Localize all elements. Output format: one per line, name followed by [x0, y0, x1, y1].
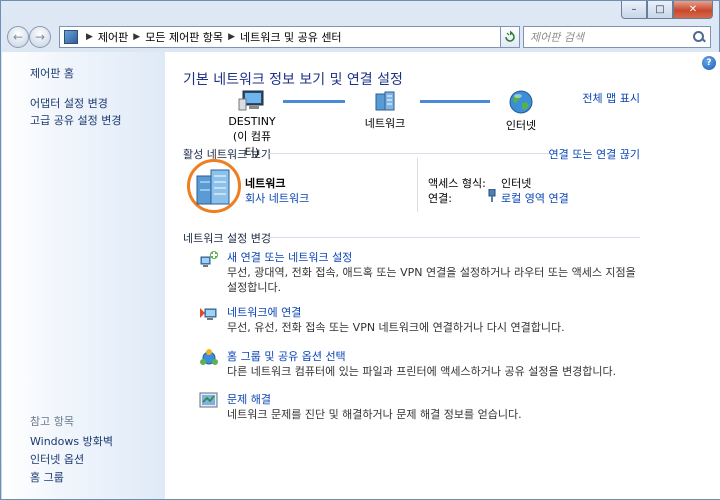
network-icon: [375, 91, 395, 111]
access-type-label: 액세스 형식:: [428, 177, 486, 190]
sidebar-item-home[interactable]: 제어판 홈: [30, 65, 74, 81]
section-divider: [266, 237, 640, 238]
sidebar-item-homegroup[interactable]: 홈 그룹: [30, 469, 64, 485]
troubleshoot-icon: [199, 392, 218, 408]
task-connect-network-desc: 무선, 유선, 전화 접속 또는 VPN 네트워크에 연결하거나 다시 연결합니…: [227, 321, 565, 334]
page-title: 기본 네트워크 정보 보기 및 연결 설정: [183, 72, 403, 88]
sidebar-item-firewall[interactable]: Windows 방화벽: [30, 433, 113, 449]
connect-disconnect-link[interactable]: 연결 또는 연결 끊기: [549, 146, 640, 162]
back-button[interactable]: ←: [7, 26, 29, 48]
map-link-line: [283, 100, 345, 103]
control-panel-window: – □ ✕ ← → ▶ 제어판 ▶ 모든 제어판 항목 ▶ 네트워크 및 공유 …: [0, 0, 720, 500]
control-panel-icon: [64, 30, 78, 44]
caption-buttons: – □ ✕: [621, 1, 713, 19]
task-homegroup-link[interactable]: 홈 그룹 및 공유 옵션 선택: [227, 348, 346, 364]
title-bar: – □ ✕: [1, 1, 719, 23]
map-network[interactable]: 네트워크: [361, 90, 409, 131]
task-setup-connection-desc: 무선, 광대역, 전화 접속, 애드혹 또는 VPN 연결을 설정하거나 라우터…: [227, 266, 636, 294]
map-link-line: [420, 100, 490, 103]
map-internet-label: 인터넷: [505, 119, 537, 132]
sidebar-item-advanced-sharing[interactable]: 고급 공유 설정 변경: [30, 112, 121, 128]
search-icon[interactable]: [693, 31, 705, 43]
address-bar[interactable]: ▶ 제어판 ▶ 모든 제어판 항목 ▶ 네트워크 및 공유 센터 ▼: [59, 26, 519, 48]
search-placeholder: 제어판 검색: [530, 31, 585, 44]
sidebar-see-also-heading: 참고 항목: [30, 415, 74, 428]
active-networks-heading: 활성 네트워크 보기: [183, 148, 271, 161]
connect-network-icon: [200, 308, 217, 320]
map-internet[interactable]: 인터넷: [499, 90, 543, 133]
refresh-button[interactable]: [500, 26, 520, 48]
local-area-connection-link[interactable]: 로컬 영역 연결: [501, 190, 569, 206]
task-setup-connection-link[interactable]: 새 연결 또는 네트워크 설정: [227, 249, 352, 265]
internet-globe-icon: [509, 90, 533, 114]
refresh-icon: [505, 30, 515, 42]
active-network-type-link[interactable]: 회사 네트워크: [245, 190, 309, 206]
help-icon[interactable]: ?: [702, 56, 716, 70]
close-button[interactable]: ✕: [673, 1, 713, 19]
breadcrumb-separator[interactable]: ▶: [133, 32, 140, 42]
breadcrumb-separator[interactable]: ▶: [86, 32, 93, 42]
navigation-bar: ← → ▶ 제어판 ▶ 모든 제어판 항목 ▶ 네트워크 및 공유 센터 ▼ 제…: [1, 23, 719, 51]
full-map-link[interactable]: 전체 맵 표시: [582, 90, 640, 106]
task-connect-network-link[interactable]: 네트워크에 연결: [227, 304, 301, 320]
map-network-label: 네트워크: [364, 117, 406, 130]
computer-icon: [238, 90, 264, 111]
breadcrumb-all-items[interactable]: 모든 제어판 항목: [145, 29, 223, 45]
network-building-icon[interactable]: [194, 166, 234, 206]
breadcrumb-network-center[interactable]: 네트워크 및 공유 센터: [240, 29, 342, 45]
connections-label: 연결:: [428, 192, 452, 205]
main-panel: ? 기본 네트워크 정보 보기 및 연결 설정 DESTINY (이 컴퓨터) …: [165, 52, 720, 499]
breadcrumb-separator[interactable]: ▶: [228, 32, 235, 42]
task-troubleshoot-link[interactable]: 문제 해결: [227, 391, 271, 407]
section-divider: [269, 153, 551, 154]
task-troubleshoot-desc: 네트워크 문제를 진단 및 해결하거나 문제 해결 정보를 얻습니다.: [227, 408, 522, 421]
vertical-divider: [417, 158, 418, 212]
breadcrumb-control-panel[interactable]: 제어판: [98, 29, 128, 45]
homegroup-icon: [200, 349, 218, 365]
map-computer-name: DESTINY: [228, 115, 276, 128]
active-network-name: 네트워크: [245, 177, 286, 190]
search-box[interactable]: 제어판 검색: [523, 26, 711, 48]
new-connection-icon: [200, 251, 218, 267]
task-homegroup-desc: 다른 네트워크 컴퓨터에 있는 파일과 프린터에 액세스하거나 공유 설정을 변…: [227, 365, 617, 378]
sidebar-item-adapter-settings[interactable]: 어댑터 설정 변경: [30, 95, 108, 111]
ethernet-icon: [488, 189, 496, 202]
sidebar-item-internet-options[interactable]: 인터넷 옵션: [30, 451, 84, 467]
maximize-button[interactable]: □: [647, 1, 673, 19]
minimize-button[interactable]: –: [621, 1, 647, 19]
sidebar: 제어판 홈 어댑터 설정 변경 고급 공유 설정 변경 참고 항목 Window…: [2, 52, 165, 499]
access-type-value: 인터넷: [501, 177, 532, 190]
forward-button[interactable]: →: [29, 26, 51, 48]
change-settings-heading: 네트워크 설정 변경: [183, 232, 271, 245]
